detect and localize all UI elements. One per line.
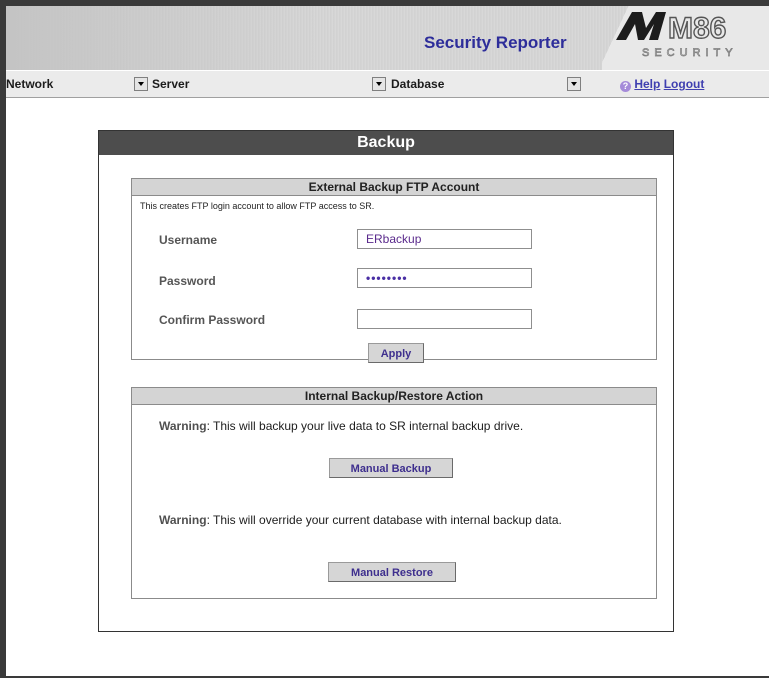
ftp-account-section: External Backup FTP Account This creates… [131,178,657,363]
backup-warning-text: : This will backup your live data to SR … [206,419,524,433]
logo-subtext: SECURITY [642,47,738,59]
backup-panel: Backup External Backup FTP Account This … [98,130,674,632]
confirm-password-field[interactable] [357,309,532,329]
nav-database-dropdown-icon[interactable] [567,77,581,91]
m86-logo: M86 SECURITY [616,11,738,59]
help-icon[interactable]: ? [620,81,631,92]
confirm-password-label: Confirm Password [159,313,266,327]
help-logout-area: ? Help Logout [620,77,704,92]
nav-network-dropdown-icon[interactable] [134,77,148,91]
nav-server-label[interactable]: Server [152,77,189,91]
help-link[interactable]: Help [634,77,660,91]
password-label: Password [159,274,216,288]
manual-restore-button[interactable]: Manual Restore [328,562,456,582]
window-left-border [0,0,6,678]
nav-bar: Network Server Database ? Help Logout [6,70,769,98]
username-field[interactable]: ERbackup [357,229,532,249]
internal-section-heading: Internal Backup/Restore Action [132,388,656,405]
apply-button[interactable]: Apply [368,343,424,363]
logout-link[interactable]: Logout [664,77,705,91]
nav-network-label[interactable]: Network [6,77,53,91]
ftp-note: This creates FTP login account to allow … [140,201,375,211]
internal-backup-section: Internal Backup/Restore Action Warning: … [131,387,657,599]
nav-server-dropdown-icon[interactable] [372,77,386,91]
nav-database-label[interactable]: Database [391,77,444,91]
manual-backup-button[interactable]: Manual Backup [329,458,453,478]
ftp-section-heading: External Backup FTP Account [132,179,656,196]
restore-warning-text: : This will override your current databa… [206,513,562,527]
logo-text: M86 [668,12,726,45]
password-field[interactable]: •••••••• [357,268,532,288]
restore-warning-prefix: Warning [159,513,207,527]
panel-title: Backup [99,131,673,155]
app-title: Security Reporter [424,33,567,52]
backup-warning: Warning: This will backup your live data… [159,418,639,434]
backup-warning-prefix: Warning [159,419,207,433]
restore-warning: Warning: This will override your current… [159,512,629,528]
logo-m-mark [616,12,666,40]
username-label: Username [159,233,218,247]
